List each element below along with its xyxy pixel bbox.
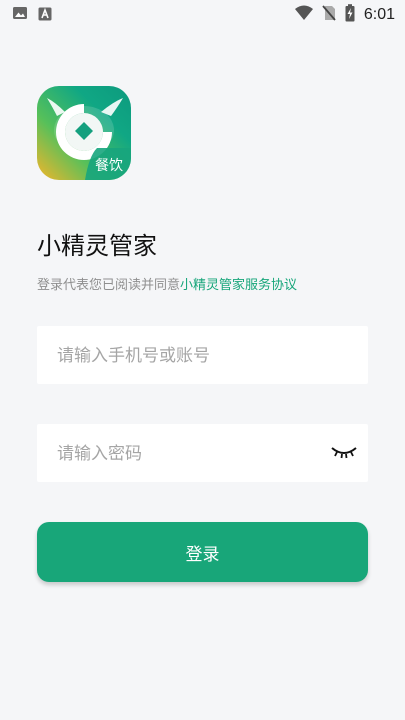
password-field[interactable]: [37, 424, 368, 484]
login-button[interactable]: 登录: [37, 522, 368, 582]
status-time: 6:01: [363, 6, 395, 23]
battery-charging-icon: [345, 4, 355, 26]
app-logo: 餐饮: [37, 86, 131, 180]
logo-badge-text: 餐饮: [95, 158, 123, 174]
wifi-icon: [294, 5, 313, 25]
no-sim-icon: [322, 5, 336, 25]
eye-closed-icon[interactable]: [330, 442, 358, 464]
a-icon: [38, 6, 52, 25]
account-field[interactable]: [37, 326, 368, 386]
app-title: 小精灵管家: [37, 232, 157, 260]
status-bar: 6:01: [0, 0, 405, 28]
image-icon: [12, 5, 28, 25]
agreement-prefix: 登录代表您已阅读并同意: [37, 278, 181, 293]
password-input[interactable]: [55, 424, 329, 484]
account-input[interactable]: [55, 326, 329, 386]
service-agreement-link[interactable]: 小精灵管家服务协议: [180, 278, 297, 293]
agreement-text: 登录代表您已阅读并同意小精灵管家服务协议: [37, 274, 297, 293]
